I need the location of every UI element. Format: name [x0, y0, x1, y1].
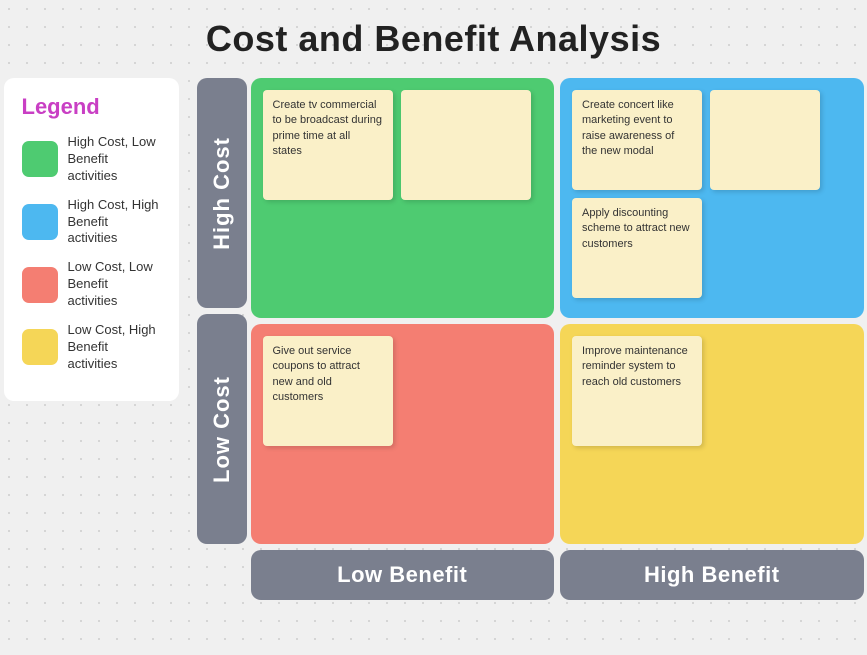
legend-swatch-green	[22, 141, 58, 177]
y-label-high-cost: High Cost	[209, 123, 235, 264]
main-content: Legend High Cost, Low Benefit activities…	[4, 78, 864, 600]
y-label-low-cost-wrap: Low Cost	[197, 314, 247, 544]
sticky-note-tr-3[interactable]: Apply discounting scheme to attract new …	[572, 198, 702, 298]
legend-panel: Legend High Cost, Low Benefit activities…	[4, 78, 179, 401]
sticky-note-bl-1[interactable]: Give out service coupons to attract new …	[263, 336, 393, 446]
rows-wrapper: High Cost Low Cost Create tv commercial …	[197, 78, 864, 544]
x-label-low-benefit: Low Benefit	[251, 550, 555, 600]
x-label-high-benefit: High Benefit	[560, 550, 864, 600]
bottom-row: Give out service coupons to attract new …	[251, 324, 864, 544]
y-axis: High Cost Low Cost	[197, 78, 247, 544]
legend-item-1: High Cost, Low Benefit activities	[22, 134, 161, 185]
chart-area: High Cost Low Cost Create tv commercial …	[197, 78, 864, 600]
page-title: Cost and Benefit Analysis	[206, 18, 661, 60]
sticky-note-tr-1[interactable]: Create concert like marketing event to r…	[572, 90, 702, 190]
legend-item-4: Low Cost, High Benefit activities	[22, 322, 161, 373]
legend-label-2: High Cost, High Benefit activities	[68, 197, 161, 248]
legend-swatch-yellow	[22, 329, 58, 365]
x-axis: Low Benefit High Benefit	[251, 550, 864, 600]
legend-swatch-blue	[22, 204, 58, 240]
y-label-high-cost-box: High Cost	[197, 78, 247, 308]
sticky-note-tl-1[interactable]: Create tv commercial to be broadcast dur…	[263, 90, 393, 200]
quadrant-area: Create tv commercial to be broadcast dur…	[251, 78, 864, 544]
y-label-low-cost-box: Low Cost	[197, 314, 247, 544]
legend-label-3: Low Cost, Low Benefit activities	[68, 259, 161, 310]
sticky-note-br-1[interactable]: Improve maintenance reminder system to r…	[572, 336, 702, 446]
y-label-low-cost: Low Cost	[209, 362, 235, 497]
y-label-high-cost-wrap: High Cost	[197, 78, 247, 308]
legend-label-1: High Cost, Low Benefit activities	[68, 134, 161, 185]
legend-swatch-red	[22, 267, 58, 303]
legend-item-2: High Cost, High Benefit activities	[22, 197, 161, 248]
top-row: Create tv commercial to be broadcast dur…	[251, 78, 864, 318]
quadrant-bottom-left: Give out service coupons to attract new …	[251, 324, 555, 544]
quadrant-top-right: Create concert like marketing event to r…	[560, 78, 864, 318]
quadrant-bottom-right: Improve maintenance reminder system to r…	[560, 324, 864, 544]
legend-label-4: Low Cost, High Benefit activities	[68, 322, 161, 373]
quadrant-top-left: Create tv commercial to be broadcast dur…	[251, 78, 555, 318]
legend-item-3: Low Cost, Low Benefit activities	[22, 259, 161, 310]
sticky-note-tl-2[interactable]	[401, 90, 531, 200]
legend-title: Legend	[22, 94, 161, 120]
sticky-note-tr-2[interactable]	[710, 90, 820, 190]
